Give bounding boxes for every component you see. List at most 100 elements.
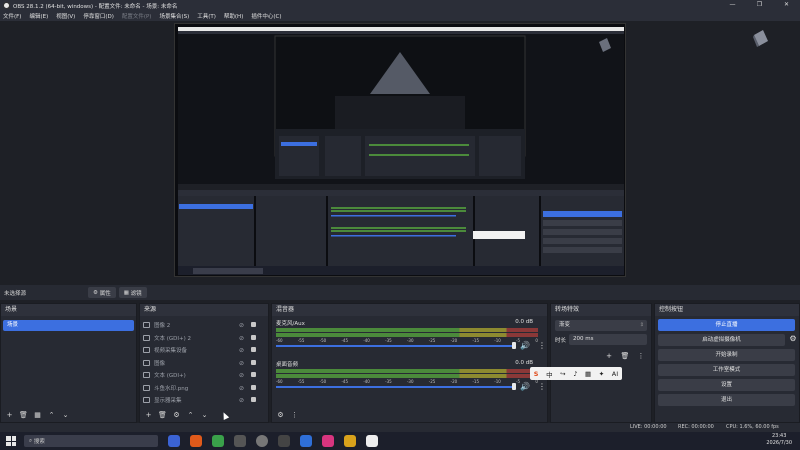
controls-title: 控制按钮 bbox=[655, 304, 799, 316]
system-clock[interactable]: 23:43 2026/7/30 bbox=[766, 433, 792, 447]
app-icon[interactable] bbox=[344, 435, 356, 447]
transition-select[interactable]: 渐变 ⇳ bbox=[555, 320, 647, 331]
menu-bar: 文件(F) 编辑(E) 视图(V) 停靠窗口(D) 配置文件(P) 场景集合(S… bbox=[0, 11, 800, 21]
move-down-button[interactable]: ⌄ bbox=[60, 410, 71, 420]
source-settings-button[interactable]: ⚙ bbox=[171, 410, 182, 420]
volume-fader[interactable] bbox=[276, 386, 513, 388]
lock-icon[interactable] bbox=[251, 359, 256, 365]
app-icon[interactable] bbox=[322, 435, 334, 447]
menu-edit[interactable]: 编辑(E) bbox=[29, 12, 48, 20]
visibility-icon[interactable]: ⊘ bbox=[239, 397, 244, 404]
properties-button[interactable]: ⚙ 属性 bbox=[88, 287, 116, 298]
ime-keyboard-icon[interactable]: ▦ bbox=[585, 370, 591, 378]
obs-icon[interactable] bbox=[256, 435, 268, 447]
channel-db: 0.0 dB bbox=[515, 360, 533, 366]
scene-item[interactable]: 场景 bbox=[3, 320, 134, 331]
volume-fader[interactable] bbox=[276, 345, 513, 347]
lock-icon[interactable] bbox=[251, 397, 256, 402]
visibility-icon[interactable]: ⊘ bbox=[239, 385, 244, 392]
lock-icon[interactable] bbox=[251, 347, 256, 352]
browser-icon[interactable] bbox=[300, 435, 312, 447]
mixer-channel-desktop: 桌面音频 0.0 dB -60 -55 -50 -45 -40 -35 -30 -25 -20-… bbox=[276, 360, 546, 398]
lock-icon[interactable] bbox=[251, 372, 256, 377]
visibility-icon[interactable]: ⊘ bbox=[239, 347, 244, 354]
menu-tools[interactable]: 工具(T) bbox=[197, 12, 216, 20]
add-transition-button[interactable]: + bbox=[603, 351, 615, 361]
source-item-display-capture[interactable]: 显示器采集 ⊘ bbox=[143, 394, 264, 407]
ime-mode-chinese[interactable]: 中 bbox=[546, 369, 553, 379]
preview-area bbox=[0, 21, 800, 283]
move-down-button[interactable]: ⌄ bbox=[199, 410, 210, 420]
menu-scene-collection[interactable]: 场景集合(S) bbox=[159, 12, 189, 20]
menu-view[interactable]: 视图(V) bbox=[56, 12, 75, 20]
visibility-icon[interactable]: ⊘ bbox=[239, 360, 244, 367]
source-item-image[interactable]: 图像 ⊘ bbox=[143, 357, 264, 370]
windows-start-icon[interactable] bbox=[6, 436, 16, 446]
source-item-text[interactable]: 文本 (GDI+) ⊘ bbox=[143, 369, 264, 382]
wechat-icon[interactable] bbox=[212, 435, 224, 447]
source-item-watermark[interactable]: 斗鱼水印.png ⊘ bbox=[143, 382, 264, 395]
volume-meter bbox=[276, 333, 538, 337]
text-icon bbox=[143, 334, 150, 341]
maximize-button[interactable]: ❐ bbox=[746, 0, 773, 11]
visibility-icon[interactable]: ⊘ bbox=[239, 322, 244, 329]
stop-streaming-button[interactable]: 停止直播 bbox=[658, 319, 795, 331]
settings-button[interactable]: 设置 bbox=[658, 379, 795, 391]
exit-button[interactable]: 退出 bbox=[658, 394, 795, 406]
ime-skin-icon[interactable]: ✦ bbox=[599, 370, 604, 378]
lock-icon[interactable] bbox=[251, 384, 256, 390]
taskbar-search[interactable]: ⌕ 搜索 bbox=[24, 435, 158, 447]
remove-scene-button[interactable]: 🗑 bbox=[18, 410, 29, 420]
add-scene-button[interactable]: + bbox=[4, 410, 15, 420]
menu-help[interactable]: 帮助(H) bbox=[224, 12, 243, 20]
ime-punctuation-icon[interactable]: ↪ bbox=[560, 370, 565, 378]
sources-dock: 来源 图像 2 ⊘ 文本 (GDI+) 2 ⊘ 视频采集设备 ⊘ 图像 ⊘ 文本 (GD… bbox=[139, 303, 269, 423]
remove-transition-button[interactable]: 🗑 bbox=[619, 351, 631, 361]
move-up-button[interactable]: ⌃ bbox=[185, 410, 196, 420]
ime-voice-icon[interactable]: ♪ bbox=[573, 370, 577, 378]
windows-taskbar: ⌕ 搜索 23:43 2026/7/30 bbox=[0, 432, 800, 450]
fader-handle[interactable] bbox=[512, 383, 516, 390]
mixer-menu-button[interactable]: ⋮ bbox=[289, 410, 300, 420]
file-icon[interactable] bbox=[234, 435, 246, 447]
add-source-button[interactable]: + bbox=[143, 410, 154, 420]
studio-mode-button[interactable]: 工作室模式 bbox=[658, 364, 795, 376]
image-icon bbox=[143, 322, 150, 329]
scene-filter-button[interactable]: ▦ bbox=[32, 410, 43, 420]
menu-docks[interactable]: 停靠窗口(D) bbox=[83, 12, 114, 20]
move-up-button[interactable]: ⌃ bbox=[46, 410, 57, 420]
kugou-icon[interactable] bbox=[168, 435, 180, 447]
lock-icon[interactable] bbox=[251, 322, 256, 327]
feishu-icon[interactable] bbox=[278, 435, 290, 447]
menu-plugins[interactable]: 插件中心(C) bbox=[251, 12, 281, 20]
advanced-audio-button[interactable]: ⚙ bbox=[275, 410, 286, 420]
penguin-icon[interactable] bbox=[366, 435, 378, 447]
volume-meter bbox=[276, 328, 538, 332]
source-item-image-2[interactable]: 图像 2 ⊘ bbox=[143, 319, 264, 332]
remove-source-button[interactable]: 🗑 bbox=[157, 410, 168, 420]
fader-handle[interactable] bbox=[512, 342, 516, 349]
speaker-icon[interactable]: 🔊 bbox=[520, 382, 530, 391]
filters-button[interactable]: ▦ 滤镜 bbox=[118, 287, 147, 298]
source-item-text-2[interactable]: 文本 (GDI+) 2 ⊘ bbox=[143, 332, 264, 345]
transition-menu-button[interactable]: ⋮ bbox=[635, 351, 647, 361]
more-options-icon[interactable]: ⋮ bbox=[538, 382, 546, 391]
menu-file[interactable]: 文件(F) bbox=[3, 12, 21, 20]
gear-icon[interactable]: ⚙ bbox=[787, 334, 799, 343]
sogou-icon[interactable]: S bbox=[534, 370, 539, 378]
start-virtual-camera-button[interactable]: 启动虚拟摄像机 bbox=[658, 334, 785, 346]
speaker-icon[interactable]: 🔊 bbox=[520, 341, 530, 350]
more-options-icon[interactable]: ⋮ bbox=[538, 341, 546, 350]
start-recording-button[interactable]: 开始录制 bbox=[658, 349, 795, 361]
lock-icon[interactable] bbox=[251, 334, 256, 340]
close-button[interactable]: ✕ bbox=[773, 0, 800, 11]
app-icon[interactable] bbox=[190, 435, 202, 447]
duration-input[interactable]: 200 ms bbox=[569, 334, 647, 345]
preview-canvas[interactable] bbox=[174, 23, 626, 277]
visibility-icon[interactable]: ⊘ bbox=[239, 335, 244, 342]
ime-ai-button[interactable]: AI bbox=[612, 370, 618, 378]
minimize-button[interactable]: — bbox=[719, 0, 746, 11]
source-item-video-capture[interactable]: 视频采集设备 ⊘ bbox=[143, 344, 264, 357]
window-title: OBS 28.1.2 (64-bit, windows) - 配置文件: 未命名… bbox=[13, 3, 178, 10]
visibility-icon[interactable]: ⊘ bbox=[239, 372, 244, 379]
